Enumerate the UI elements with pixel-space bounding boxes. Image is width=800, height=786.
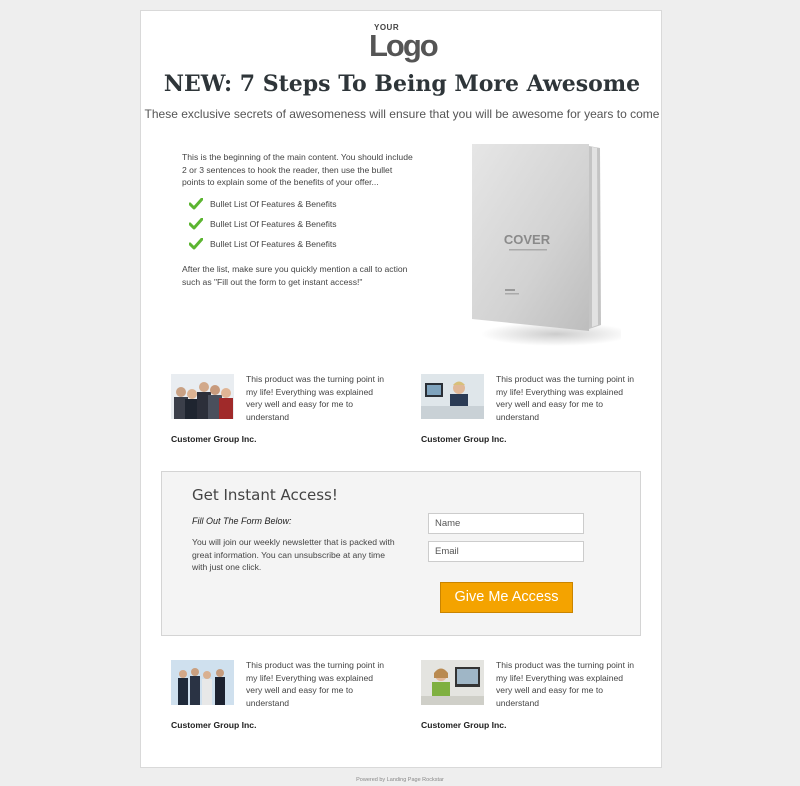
intro-text: This is the beginning of the main conten… [182,152,413,187]
benefit-text: Bullet List Of Features & Benefits [210,199,337,209]
logo[interactable]: YOUR Logo [369,23,439,67]
checkmark-icon [189,198,203,210]
customer-at-desk-photo [421,374,484,419]
testimonial: This product was the turning point in my… [171,660,391,740]
testimonial-author: Customer Group Inc. [421,434,507,444]
testimonial-quote: This product was the turning point in my… [496,660,635,708]
testimonial-author: Customer Group Inc. [171,720,257,730]
benefit-item: Bullet List Of Features & Benefits [189,217,337,237]
checkmark-icon [189,238,203,250]
logo-text: Logo [369,28,439,63]
optin-form-box: Get Instant Access! Fill Out The Form Be… [161,471,641,636]
benefit-text: Bullet List Of Features & Benefits [210,219,337,229]
benefit-item: Bullet List Of Features & Benefits [189,237,337,257]
optin-title: Get Instant Access! [192,486,338,504]
name-field[interactable] [428,513,584,534]
call-to-action-text: After the list, make sure you quickly me… [182,264,408,287]
customer-group-photo [171,374,234,419]
testimonial-quote: This product was the turning point in my… [496,374,635,422]
footer-credit[interactable]: Powered by Landing Page Rockstar [0,777,800,783]
optin-lead: Fill Out The Form Below: [192,516,292,526]
testimonial-quote: This product was the turning point in my… [246,374,385,422]
testimonial: This product was the turning point in my… [421,660,641,740]
page-headline: NEW: 7 Steps To Being More Awesome [163,71,641,97]
optin-description: You will join our weekly newsletter that… [192,537,395,572]
landing-page: YOUR Logo NEW: 7 Steps To Being More Awe… [140,10,662,768]
business-team-photo [171,660,234,705]
page-subheadline: These exclusive secrets of awesomeness w… [144,107,660,121]
give-me-access-button[interactable]: Give Me Access [440,582,573,613]
testimonial: This product was the turning point in my… [171,374,391,454]
checkmark-icon [189,218,203,230]
customer-with-computer-photo [421,660,484,705]
product-cover-image: COVER [472,144,621,346]
email-field[interactable] [428,541,584,562]
benefit-text: Bullet List Of Features & Benefits [210,239,337,249]
testimonial-author: Customer Group Inc. [421,720,507,730]
testimonial-author: Customer Group Inc. [171,434,257,444]
testimonial-quote: This product was the turning point in my… [246,660,385,708]
cover-title: COVER [504,232,551,247]
benefit-item: Bullet List Of Features & Benefits [189,197,337,217]
testimonial: This product was the turning point in my… [421,374,641,454]
benefits-list: Bullet List Of Features & Benefits Bulle… [189,197,337,257]
